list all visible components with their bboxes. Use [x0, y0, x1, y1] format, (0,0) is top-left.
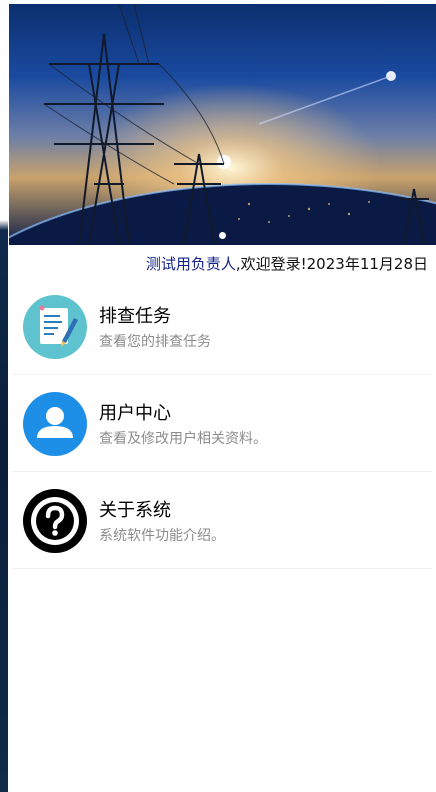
current-date: 2023年11月28日: [306, 255, 428, 273]
banner-carousel[interactable]: [9, 4, 436, 245]
question-mark-icon: [22, 488, 88, 554]
welcome-line: 测试用负责人,欢迎登录!2023年11月28日: [9, 252, 428, 276]
carousel-indicator[interactable]: [219, 232, 226, 239]
menu-item-title: 用户中心: [99, 403, 171, 424]
main-menu: 排查任务 查看您的排查任务 用户中心 查看及修改用户相关资料。 关于系统 系统软…: [12, 278, 432, 569]
menu-item-about-system[interactable]: 关于系统 系统软件功能介绍。: [12, 472, 432, 569]
user-name: 测试用负责人: [145, 255, 236, 273]
banner-image: [9, 4, 436, 245]
menu-item-user-center[interactable]: 用户中心 查看及修改用户相关资料。: [12, 375, 432, 472]
menu-item-description: 查看您的排查任务: [99, 334, 211, 350]
task-document-pen-icon: [22, 294, 88, 360]
left-edge-strip: [0, 0, 8, 792]
menu-item-title: 关于系统: [99, 500, 171, 521]
menu-item-inspection-tasks[interactable]: 排查任务 查看您的排查任务: [12, 278, 432, 375]
welcome-message: ,欢迎登录!: [235, 255, 307, 273]
user-profile-icon: [22, 391, 88, 457]
menu-item-description: 查看及修改用户相关资料。: [99, 431, 267, 447]
menu-item-description: 系统软件功能介绍。: [99, 528, 225, 544]
menu-item-title: 排查任务: [99, 306, 171, 327]
